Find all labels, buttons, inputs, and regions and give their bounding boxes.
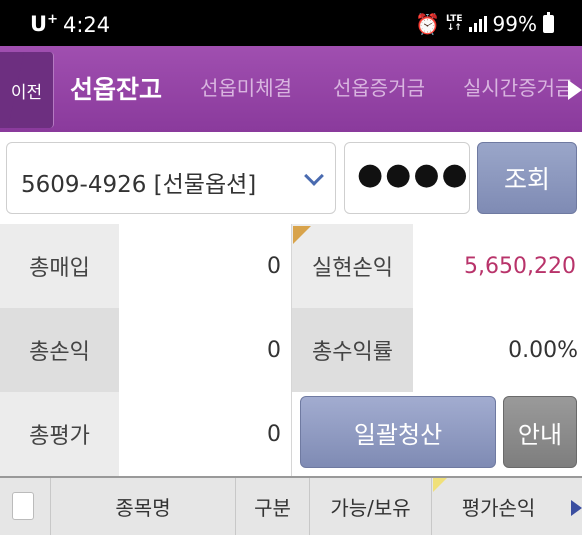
column-header-type[interactable]: 구분 — [235, 478, 309, 535]
column-header-available[interactable]: 가능/보유 — [309, 478, 431, 535]
chevron-down-icon — [304, 166, 324, 186]
status-bar: U+ 4:24 ⏰ LTE ↓↑ 99% — [0, 0, 582, 46]
query-button[interactable]: 조회 — [477, 142, 577, 214]
total-buy-label: 총매입 — [0, 224, 119, 308]
account-select[interactable]: 5609-4926 [선물옵션] — [6, 142, 336, 214]
tab-futures-balance[interactable]: 선옵잔고 — [70, 70, 162, 106]
total-return-value: 0.00% — [413, 308, 582, 392]
realized-pl-value: 5,650,220 — [413, 224, 582, 308]
column-header-eval-pl[interactable]: 평가손익 — [431, 478, 565, 535]
back-button[interactable]: 이전 — [0, 52, 54, 128]
alarm-icon: ⏰ — [415, 12, 440, 36]
tab-scroll-right-icon[interactable] — [568, 80, 582, 100]
summary-grid: 총매입 0 실현손익 5,650,220 총손익 0 총수익률 0.00% 총평… — [0, 224, 582, 476]
total-eval-value: 0 — [119, 392, 291, 476]
settle-all-button[interactable]: 일괄청산 — [300, 396, 496, 468]
tab-futures-unfilled[interactable]: 선옵미체결 — [200, 72, 292, 101]
total-eval-label: 총평가 — [0, 392, 119, 476]
total-buy-value: 0 — [119, 224, 291, 308]
guide-button[interactable]: 안내 — [503, 396, 577, 468]
battery-icon — [543, 12, 554, 33]
status-time: 4:24 — [63, 13, 111, 37]
corner-marker-icon — [293, 226, 311, 244]
select-all-checkbox[interactable] — [12, 492, 34, 520]
status-icons: ⏰ LTE ↓↑ 99% — [415, 12, 554, 36]
corner-marker-icon — [433, 478, 447, 492]
total-pl-label: 총손익 — [0, 308, 119, 392]
lte-icon: LTE ↓↑ — [446, 14, 463, 33]
tab-futures-margin[interactable]: 선옵증거금 — [333, 72, 425, 101]
battery-percent: 99% — [492, 12, 537, 36]
account-select-value: 5609-4926 [선물옵션] — [21, 172, 257, 198]
account-row: 5609-4926 [선물옵션] ●●●● 조회 — [0, 132, 582, 224]
total-return-label: 총수익률 — [292, 308, 413, 392]
carrier-label: U+ — [30, 12, 58, 36]
scroll-right-icon[interactable] — [571, 500, 582, 516]
signal-icon — [468, 16, 487, 32]
tab-bar: 이전 선옵잔고 선옵미체결 선옵증거금 실시간증거금 — [0, 46, 582, 132]
total-pl-value: 0 — [119, 308, 291, 392]
column-header-name[interactable]: 종목명 — [50, 478, 235, 535]
password-field[interactable]: ●●●● — [344, 142, 470, 214]
password-mask: ●●●● — [357, 157, 470, 192]
divider — [291, 224, 292, 476]
table-header: 종목명 구분 가능/보유 평가손익 — [0, 476, 582, 535]
tab-realtime-margin[interactable]: 실시간증거금 — [463, 72, 573, 101]
